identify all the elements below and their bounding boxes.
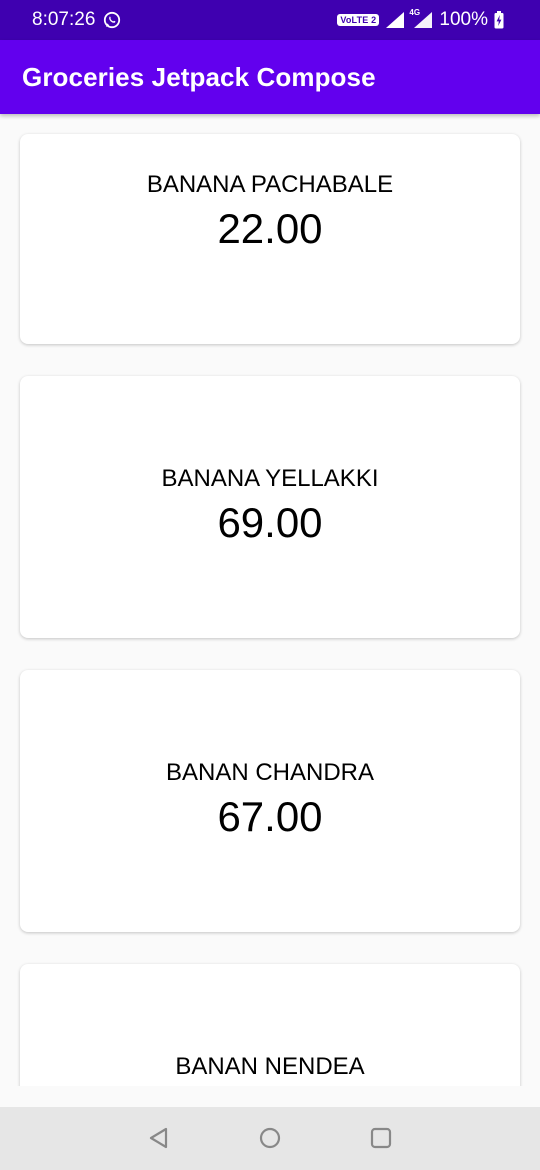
- signal-icon: [386, 12, 405, 28]
- grocery-card[interactable]: BANAN NENDEA: [20, 964, 520, 1086]
- item-name: BANANA PACHABALE: [146, 171, 394, 198]
- home-icon[interactable]: [257, 1125, 283, 1151]
- battery-percent: 100%: [439, 9, 488, 30]
- item-name: BANAN CHANDRA: [165, 759, 375, 786]
- grocery-list[interactable]: BANANA PACHABALE 22.00 BANANA YELLAKKI 6…: [0, 114, 540, 1086]
- whatsapp-icon: [104, 11, 121, 29]
- navigation-bar: [0, 1107, 540, 1170]
- grocery-card[interactable]: BANANA YELLAKKI 69.00: [20, 376, 520, 638]
- volte-badge: VoLTE 2: [337, 14, 380, 26]
- back-icon[interactable]: [146, 1125, 172, 1151]
- status-time: 8:07:26: [32, 9, 96, 30]
- item-price: 69.00: [217, 499, 323, 546]
- recents-icon[interactable]: [368, 1125, 394, 1151]
- status-right: VoLTE 2 4G 100%: [337, 8, 504, 31]
- network-type-label: 4G: [409, 8, 421, 17]
- grocery-card[interactable]: BANAN CHANDRA 67.00: [20, 670, 520, 932]
- app-bar: Groceries Jetpack Compose: [0, 40, 540, 114]
- battery-charging-icon: [494, 11, 504, 29]
- status-left: 8:07:26: [32, 9, 121, 31]
- status-bar: 8:07:26 VoLTE 2 4G 100%: [0, 0, 540, 40]
- signal-4g-icon: 4G: [409, 8, 433, 29]
- grocery-card[interactable]: BANANA PACHABALE 22.00: [20, 134, 520, 344]
- item-price: 67.00: [217, 793, 323, 840]
- item-price: 22.00: [217, 205, 323, 252]
- item-name: BANAN NENDEA: [175, 1053, 365, 1080]
- app-title: Groceries Jetpack Compose: [22, 61, 376, 92]
- item-name: BANANA YELLAKKI: [161, 465, 379, 492]
